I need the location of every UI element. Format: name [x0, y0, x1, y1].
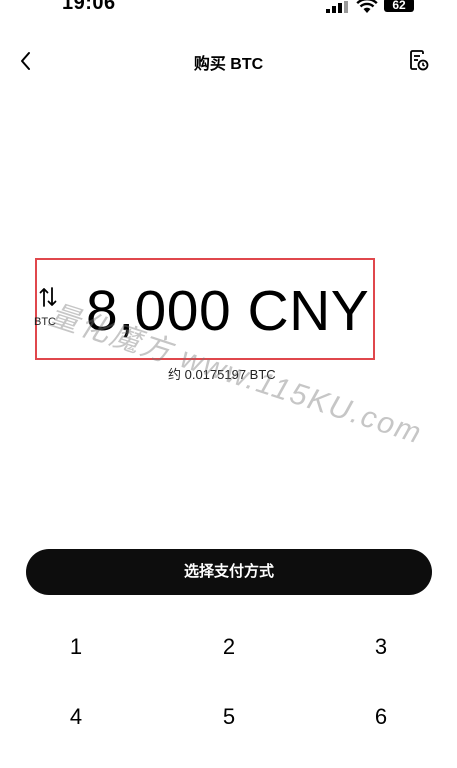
amount-display: 8,000 CNY — [86, 279, 370, 343]
swap-vertical-arrows-icon — [39, 286, 57, 308]
keypad-key-1[interactable]: 1 — [36, 627, 116, 667]
order-history-icon — [410, 50, 429, 71]
order-history-button[interactable] — [407, 48, 431, 74]
signal-icon — [326, 0, 348, 13]
page-title: 购买 BTC — [193, 56, 264, 73]
switch-currency-button[interactable]: BTC — [34, 286, 64, 332]
status-bar: 19:06 62 — [0, 0, 457, 22]
keypad-key-2[interactable]: 2 — [189, 627, 269, 667]
approx-btc-amount: 约 0.0175197 BTC — [168, 367, 276, 382]
keypad-key-5[interactable]: 5 — [189, 697, 269, 737]
battery-icon: 62 — [384, 0, 414, 12]
keypad-key-4[interactable]: 4 — [36, 697, 116, 737]
keypad-key-3[interactable]: 3 — [341, 627, 421, 667]
wifi-icon — [356, 0, 378, 14]
status-time: 19:06 — [62, 0, 116, 14]
keypad-key-6[interactable]: 6 — [341, 697, 421, 737]
switch-currency-label: BTC — [34, 316, 56, 328]
nav-header: 购买 BTC — [0, 40, 457, 82]
select-payment-method-button[interactable]: 选择支付方式 — [26, 549, 432, 595]
